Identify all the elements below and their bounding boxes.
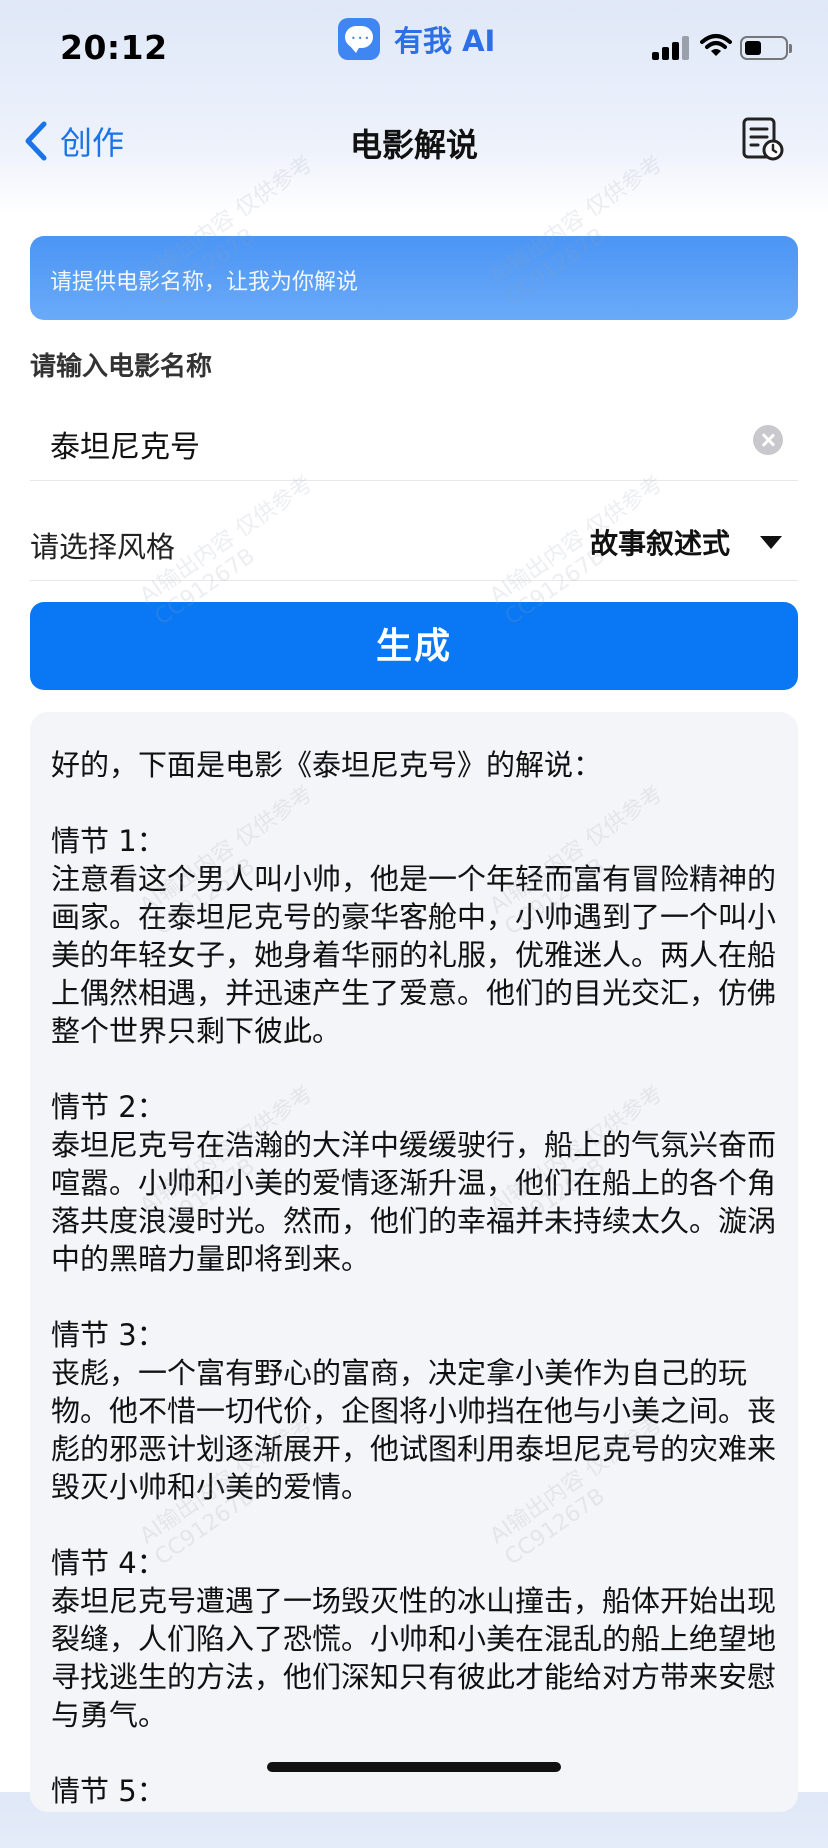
style-value: 故事叙述式: [589, 527, 730, 560]
banner-text: 请提供电影名称，让我为你解说: [50, 270, 359, 295]
home-indicator[interactable]: [267, 1762, 561, 1772]
style-label: 请选择风格: [30, 530, 176, 564]
section-heading: 情节 2：: [51, 1090, 166, 1124]
chat-bubble-icon: •••: [338, 18, 380, 60]
section-heading: 情节 1：: [51, 824, 166, 858]
movie-name-input[interactable]: 泰坦尼克号: [50, 422, 200, 466]
section-heading: 情节 4：: [51, 1546, 166, 1580]
wifi-icon: [700, 34, 732, 56]
nav-bar: 电影解说 创作: [0, 100, 828, 180]
status-bar: 20:12 ••• 有我 AI: [0, 0, 828, 100]
section-body: 泰坦尼克号在浩瀚的大洋中缓缓驶行，船上的气氛兴奋而喧嚣。小帅和小美的爱情逐渐升温…: [51, 1128, 777, 1276]
prompt-banner: 请提供电影名称，让我为你解说: [30, 236, 798, 320]
history-list-icon: [742, 117, 784, 161]
app-indicator: ••• 有我 AI: [338, 18, 495, 60]
style-select[interactable]: 故事叙述式: [590, 522, 782, 562]
result-section: 情节 5：: [51, 1772, 781, 1810]
result-intro: 好的，下面是电影《泰坦尼克号》的解说：: [51, 748, 603, 782]
result-section: 情节 3： 丧彪，一个富有野心的富商，决定拿小美作为自己的玩物。他不惜一切代价，…: [51, 1316, 781, 1506]
movie-name-label: 请输入电影名称: [30, 352, 213, 382]
page-title: 电影解说: [349, 126, 478, 164]
result-section: 情节 2： 泰坦尼克号在浩瀚的大洋中缓缓驶行，船上的气氛兴奋而喧嚣。小帅和小美的…: [51, 1088, 781, 1278]
result-text: 好的，下面是电影《泰坦尼克号》的解说： 情节 1： 注意看这个男人叫小帅，他是一…: [51, 746, 781, 1848]
section-heading: 情节 5：: [51, 1774, 166, 1808]
signal-icon: [652, 36, 690, 60]
app-name: 有我 AI: [394, 24, 496, 58]
result-card: 好的，下面是电影《泰坦尼克号》的解说： 情节 1： 注意看这个男人叫小帅，他是一…: [30, 712, 798, 1812]
result-section: 情节 1： 注意看这个男人叫小帅，他是一个年轻而富有冒险精神的画家。在泰坦尼克号…: [51, 822, 781, 1050]
section-body: 注意看这个男人叫小帅，他是一个年轻而富有冒险精神的画家。在泰坦尼克号的豪华客舱中…: [51, 862, 777, 1048]
back-label: 创作: [60, 124, 125, 162]
section-body: 丧彪，一个富有野心的富商，决定拿小美作为自己的玩物。他不惜一切代价，企图将小帅挡…: [51, 1356, 777, 1504]
section-heading: 情节 3：: [51, 1318, 166, 1352]
clear-icon[interactable]: [753, 425, 783, 455]
generate-button[interactable]: 生成: [30, 602, 798, 690]
battery-icon: [740, 36, 792, 60]
status-time: 20:12: [60, 28, 168, 67]
chevron-left-icon: [25, 121, 47, 161]
back-button[interactable]: 创作: [22, 118, 124, 164]
movie-name-field[interactable]: 泰坦尼克号: [30, 400, 798, 481]
history-button[interactable]: [740, 116, 786, 166]
section-body: 泰坦尼克号遭遇了一场毁灭性的冰山撞击，船体开始出现裂缝，人们陷入了恐慌。小帅和小…: [51, 1584, 777, 1732]
result-section: 情节 4： 泰坦尼克号遭遇了一场毁灭性的冰山撞击，船体开始出现裂缝，人们陷入了恐…: [51, 1544, 781, 1734]
style-row: 请选择风格 故事叙述式: [30, 500, 798, 581]
caret-down-icon: [760, 535, 782, 549]
